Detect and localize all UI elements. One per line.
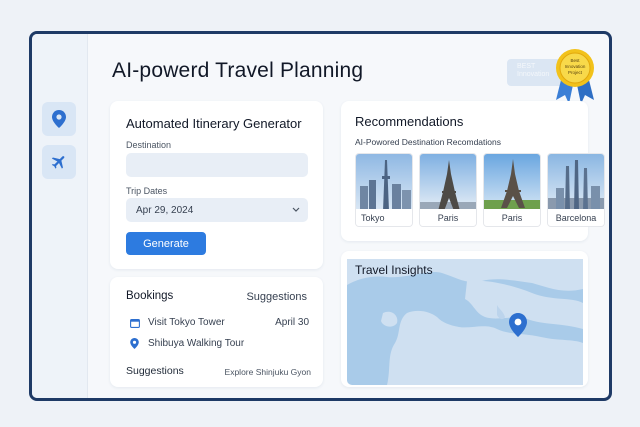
- bookings-title: Bookings: [126, 290, 174, 302]
- booking-item-label: Shibuya Walking Tour: [148, 338, 245, 349]
- travel-insights-card: Travel Insights Travel Insights: [341, 251, 588, 387]
- app-window: AI-powerd Travel Planning BEST Innovatio…: [29, 31, 612, 401]
- destination-label: Paris: [484, 209, 540, 226]
- tokyo-skyline-image: [356, 154, 412, 211]
- badge-text-2: Innovation: [565, 64, 586, 69]
- destination-card-paris[interactable]: Paris: [419, 153, 477, 227]
- calendar-icon: [130, 318, 140, 328]
- trip-dates-label: Trip Dates: [126, 186, 168, 196]
- eiffel-tower-image: [420, 154, 476, 211]
- page-title: AI-powerd Travel Planning: [112, 59, 364, 82]
- destination-label: Tokyo: [356, 209, 412, 226]
- suggestions-link[interactable]: Suggestions: [246, 291, 307, 303]
- sidebar: [32, 34, 88, 398]
- itinerary-title: Automated Itinerary Generator: [126, 116, 302, 131]
- destination-card-tokyo[interactable]: Tokyo: [355, 153, 413, 227]
- recommendations-card: Recommendations AI-Powored Destination R…: [341, 101, 605, 241]
- chevron-down-icon: [292, 207, 300, 212]
- destination-label: Destination: [126, 140, 172, 150]
- destination-label: Paris: [420, 209, 476, 226]
- airplane-icon: [51, 156, 65, 169]
- booking-item[interactable]: Visit Tokyo Tower April 30: [130, 317, 309, 328]
- explore-link[interactable]: Explore Shinjuku Gyon: [225, 367, 311, 377]
- booking-item[interactable]: Shibuya Walking Tour: [130, 338, 309, 349]
- location-pin-icon: [130, 338, 139, 349]
- trip-dates-value: Apr 29, 2024: [136, 204, 194, 216]
- bookings-card: Bookings Suggestions Visit Tokyo Tower A…: [110, 277, 323, 387]
- destination-label: Barcelona: [548, 209, 604, 226]
- award-badge-icon: Best Innovation Project: [556, 49, 594, 104]
- map-view[interactable]: [347, 259, 583, 385]
- trip-dates-select[interactable]: Apr 29, 2024: [126, 198, 308, 222]
- destination-card-barcelona[interactable]: Barcelona: [547, 153, 605, 227]
- sidebar-item-destinations[interactable]: [42, 102, 76, 136]
- badge-text-1: Best: [570, 58, 580, 63]
- recommendations-subtitle: AI-Powored Destination Recomdations: [355, 137, 501, 147]
- barcelona-image: [548, 154, 604, 211]
- footer-suggestions-label: Suggestions: [126, 365, 184, 377]
- itinerary-card: Automated Itinerary Generator Destinatio…: [110, 101, 323, 269]
- generate-button[interactable]: Generate: [126, 232, 206, 255]
- destination-input[interactable]: [126, 153, 308, 177]
- travel-insights-title-overlay: Travel Insights: [355, 263, 433, 277]
- booking-item-label: Visit Tokyo Tower: [148, 317, 225, 328]
- badge-text-3: Project: [568, 70, 583, 75]
- sidebar-item-flights[interactable]: [42, 145, 76, 179]
- award-box-text: BEST Innovation: [517, 63, 550, 78]
- eiffel-tower-image: [484, 154, 540, 211]
- location-pin-icon: [52, 110, 66, 128]
- recommendations-title: Recommendations: [355, 114, 464, 129]
- booking-item-date: April 30: [275, 317, 309, 328]
- destination-card-paris[interactable]: Paris: [483, 153, 541, 227]
